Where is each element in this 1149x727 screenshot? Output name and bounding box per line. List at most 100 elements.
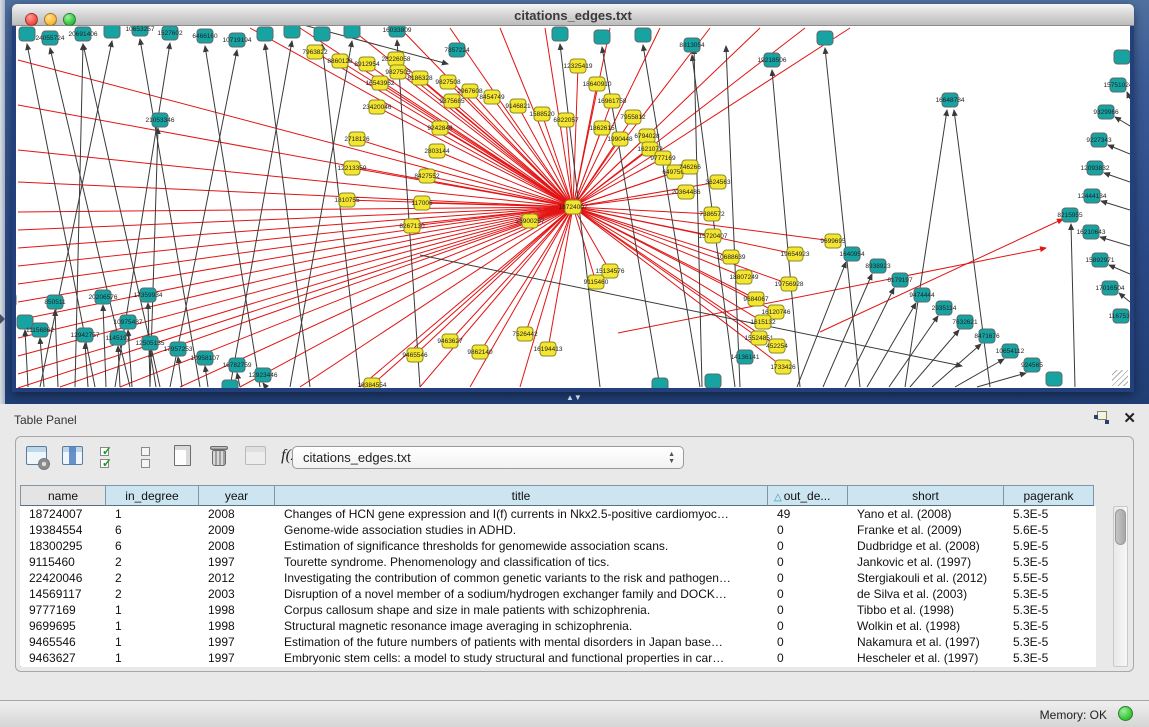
table-row[interactable]: 2242004622012Investigating the contribut… <box>20 570 1096 586</box>
cell-title[interactable]: Tourette syndrome. Phenomenology and cla… <box>275 554 768 570</box>
split-pane-handle[interactable]: ▲▼ <box>566 394 580 402</box>
graph-node[interactable]: 15720407 <box>699 229 728 243</box>
table-row[interactable]: 946362711997Embryonic stem cells: a mode… <box>20 650 1096 666</box>
cell-short[interactable]: Yano et al. (2008) <box>848 506 1004 522</box>
cell-year[interactable]: 2012 <box>199 570 275 586</box>
cell-out_degree[interactable]: 49 <box>768 506 848 522</box>
cell-pagerank[interactable]: 5.3E-5 <box>1004 586 1094 602</box>
vertical-scrollbar[interactable] <box>1113 506 1128 667</box>
cell-out_degree[interactable]: 0 <box>768 634 848 650</box>
graph-node[interactable] <box>1114 50 1130 64</box>
table-row[interactable]: 911546021997Tourette syndrome. Phenomeno… <box>20 554 1096 570</box>
cell-pagerank[interactable]: 5.5E-5 <box>1004 570 1094 586</box>
cell-pagerank[interactable]: 5.3E-5 <box>1004 554 1094 570</box>
graph-node[interactable]: 19654923 <box>781 247 810 261</box>
cell-in_degree[interactable]: 6 <box>106 538 199 554</box>
cell-in_degree[interactable]: 1 <box>106 602 199 618</box>
graph-node[interactable]: 12325419 <box>564 59 593 73</box>
table-row[interactable]: 977716911998Corpus callosum shape and si… <box>20 602 1096 618</box>
cell-short[interactable]: Wolkin et al. (1998) <box>848 618 1004 634</box>
delete-column-icon[interactable] <box>206 443 232 471</box>
graph-node[interactable]: 6822057 <box>553 113 579 127</box>
new-column-icon[interactable] <box>170 443 196 471</box>
graph-node[interactable]: 2803144 <box>424 144 450 158</box>
graph-node[interactable]: 20364486 <box>672 185 701 199</box>
cell-out_degree[interactable]: 0 <box>768 554 848 570</box>
table-row[interactable]: 969969511998Structural magnetic resonanc… <box>20 618 1096 634</box>
cell-in_degree[interactable]: 1 <box>106 618 199 634</box>
graph-node[interactable]: 10958107 <box>191 351 220 365</box>
graph-node[interactable]: 15751024 <box>1104 78 1130 92</box>
citation-network-graph[interactable]: 7963822886012889129542822605898275051654… <box>16 26 1130 388</box>
graph-node[interactable] <box>222 380 238 388</box>
cell-year[interactable]: 2008 <box>199 538 275 554</box>
cell-in_degree[interactable]: 2 <box>106 554 199 570</box>
graph-node[interactable] <box>552 27 568 41</box>
graph-node[interactable]: 16648784 <box>936 93 965 107</box>
graph-node[interactable]: 17016504 <box>1096 281 1125 295</box>
cell-short[interactable]: Franke et al. (2009) <box>848 522 1004 538</box>
graph-node[interactable]: 2935114 <box>932 301 957 315</box>
graph-node[interactable]: 12444134 <box>1078 189 1107 203</box>
column-selector-icon[interactable] <box>60 443 86 471</box>
cell-year[interactable]: 1998 <box>199 618 275 634</box>
graph-node[interactable] <box>314 27 330 41</box>
cell-out_degree[interactable]: 0 <box>768 522 848 538</box>
graph-node[interactable] <box>19 27 35 41</box>
table-row[interactable]: 1830029562008Estimation of significance … <box>20 538 1096 554</box>
cell-name[interactable]: 9777169 <box>20 602 106 618</box>
cell-year[interactable]: 2009 <box>199 522 275 538</box>
cell-title[interactable]: Corpus callosum shape and size in male p… <box>275 602 768 618</box>
graph-node[interactable]: 452254 <box>766 339 788 353</box>
graph-node[interactable]: 8938923 <box>865 259 891 273</box>
graph-node[interactable] <box>652 378 668 388</box>
graph-node[interactable]: 1733426 <box>770 360 796 374</box>
network-canvas[interactable]: 7963822886012889129542822605898275051654… <box>16 26 1130 388</box>
graph-node[interactable]: 7632621 <box>952 315 978 329</box>
collapsed-control-panel-splitter[interactable] <box>0 0 5 404</box>
graph-node[interactable]: 10688639 <box>717 250 746 264</box>
cell-out_degree[interactable]: 0 <box>768 618 848 634</box>
cell-in_degree[interactable]: 6 <box>106 522 199 538</box>
cell-title[interactable]: Changes of HCN gene expression and I(f) … <box>275 506 768 522</box>
cell-year[interactable]: 1997 <box>199 554 275 570</box>
column-header-title[interactable]: title <box>275 485 768 506</box>
cell-short[interactable]: Stergiakouli et al. (2012) <box>848 570 1004 586</box>
select-rows-icon[interactable] <box>97 443 123 471</box>
column-header-year[interactable]: year <box>199 485 275 506</box>
graph-node[interactable]: 19218506 <box>758 53 787 67</box>
graph-node[interactable]: 9146821 <box>505 99 531 113</box>
close-icon[interactable]: ✕ <box>1123 409 1136 427</box>
network-view-window[interactable]: citations_edges.txt 79638228860128891295… <box>12 4 1134 392</box>
clear-selection-icon[interactable] <box>133 443 159 471</box>
graph-node[interactable] <box>594 30 610 44</box>
cell-short[interactable]: Dudbridge et al. (2008) <box>848 538 1004 554</box>
cell-pagerank[interactable]: 5.3E-5 <box>1004 634 1094 650</box>
graph-node[interactable]: 2718126 <box>344 132 370 146</box>
graph-node[interactable]: 16194413 <box>534 342 563 356</box>
graph-node[interactable]: 7955812 <box>620 110 646 124</box>
cell-in_degree[interactable]: 2 <box>106 570 199 586</box>
graph-node[interactable]: 10654112 <box>996 344 1025 358</box>
graph-node[interactable]: 14136141 <box>731 350 760 364</box>
graph-node[interactable]: 24055724 <box>36 31 65 45</box>
cell-year[interactable]: 1997 <box>199 650 275 666</box>
table-row[interactable]: 1456911722003Disruption of a novel membe… <box>20 586 1096 602</box>
graph-node[interactable]: 19756928 <box>775 277 804 291</box>
graph-node[interactable] <box>284 26 300 38</box>
graph-node[interactable] <box>705 374 721 388</box>
cell-name[interactable]: 9115460 <box>20 554 106 570</box>
graph-node[interactable]: 1862615 <box>589 121 615 135</box>
table-row[interactable]: 946554611997Estimation of the future num… <box>20 634 1096 650</box>
graph-node[interactable]: 7386572 <box>699 207 725 221</box>
cell-pagerank[interactable]: 5.3E-5 <box>1004 618 1094 634</box>
graph-node[interactable]: 746266 <box>679 160 701 174</box>
cell-short[interactable]: Nakamura et al. (1997) <box>848 634 1004 650</box>
cell-in_degree[interactable]: 2 <box>106 586 199 602</box>
cell-title[interactable]: Structural magnetic resonance image aver… <box>275 618 768 634</box>
graph-node[interactable]: 8471676 <box>974 329 1000 343</box>
graph-node[interactable]: 16782759 <box>223 358 252 372</box>
graph-node[interactable]: 10975487 <box>114 315 143 329</box>
graph-node[interactable]: 1810755 <box>334 193 360 207</box>
cell-title[interactable]: Embryonic stem cells: a model to study s… <box>275 650 768 666</box>
